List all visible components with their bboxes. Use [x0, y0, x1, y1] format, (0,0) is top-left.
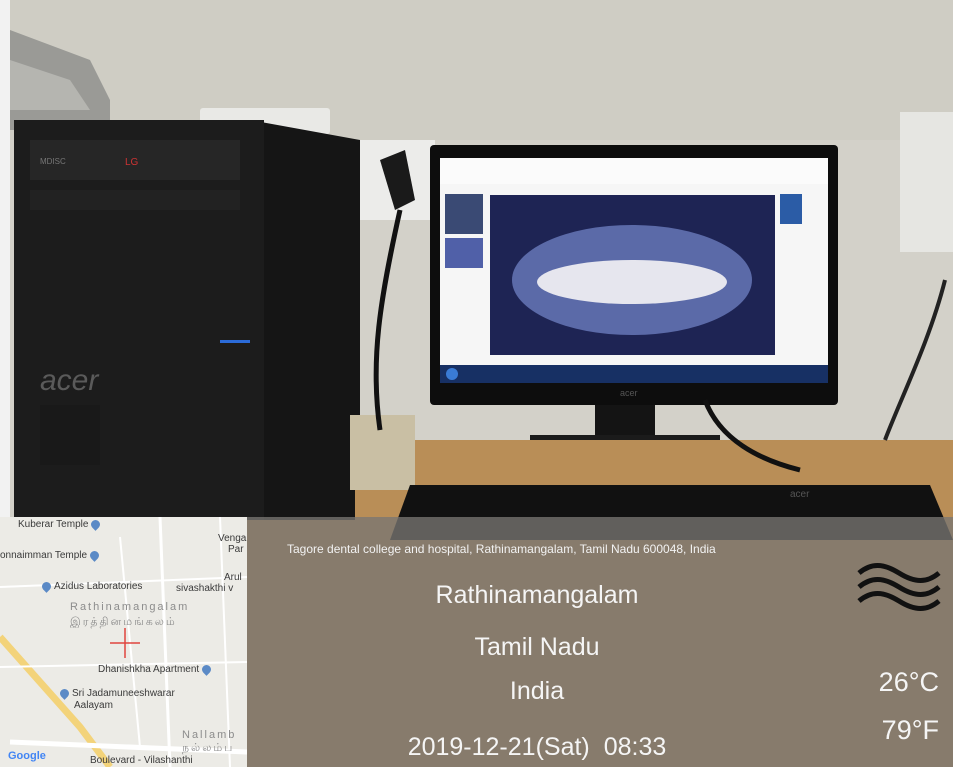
map-label-ponnaimman: onnaimman Temple: [0, 548, 102, 562]
google-logo: Google: [8, 750, 46, 762]
temperature-fahrenheit: 79°F: [881, 715, 939, 745]
map-label-azidus: Azidus Laboratories: [40, 579, 142, 593]
time-text: 08:33: [603, 733, 667, 761]
fog-wave-icon: [857, 563, 941, 611]
svg-text:acer: acer: [790, 489, 810, 500]
map-label-vengai: Venga: [218, 533, 247, 544]
location-overlay: Kuberar Temple onnaimman Temple Azidus L…: [0, 517, 953, 767]
map-label-nallamb: Nallamb: [182, 729, 237, 741]
svg-text:acer: acer: [40, 364, 99, 397]
map-label-sivashakthi: sivashakthi v: [176, 583, 234, 594]
svg-text:acer: acer: [620, 388, 638, 398]
city-name: Rathinamangalam: [435, 581, 639, 609]
map-inset[interactable]: Kuberar Temple onnaimman Temple Azidus L…: [0, 517, 247, 767]
datetime: 2019-12-21(Sat) 08:33: [247, 733, 827, 762]
map-label-par: Par: [228, 544, 244, 555]
map-label-arul: Arul: [224, 572, 242, 583]
map-label-aalayam: Aalayam: [74, 700, 113, 711]
svg-text:LG: LG: [125, 157, 139, 168]
date-text: 2019-12-21(Sat): [407, 733, 590, 761]
map-label-kuberar: Kuberar Temple: [18, 517, 103, 531]
map-label-rathinamangalam-tamil: இரத்தினமங்கலம்: [70, 616, 177, 628]
map-label-rathinamangalam: Rathinamangalam: [70, 601, 190, 613]
country-name: India: [509, 677, 565, 705]
map-label-nallamb-tamil: நல்லம்ப: [182, 742, 235, 754]
map-label-boulevard: Boulevard - Vilashanthi: [90, 755, 193, 766]
address-text: Tagore dental college and hospital, Rath…: [287, 542, 716, 556]
location-info-panel: Tagore dental college and hospital, Rath…: [247, 517, 953, 767]
temperature-celsius: 26°C: [878, 667, 939, 697]
map-label-jadamuneeshwarar: Sri Jadamuneeshwarar: [58, 686, 175, 700]
map-label-dhanishkha: Dhanishkha Apartment: [98, 662, 214, 676]
state-name: Tamil Nadu: [474, 633, 600, 661]
svg-text:MDISC: MDISC: [40, 157, 66, 166]
